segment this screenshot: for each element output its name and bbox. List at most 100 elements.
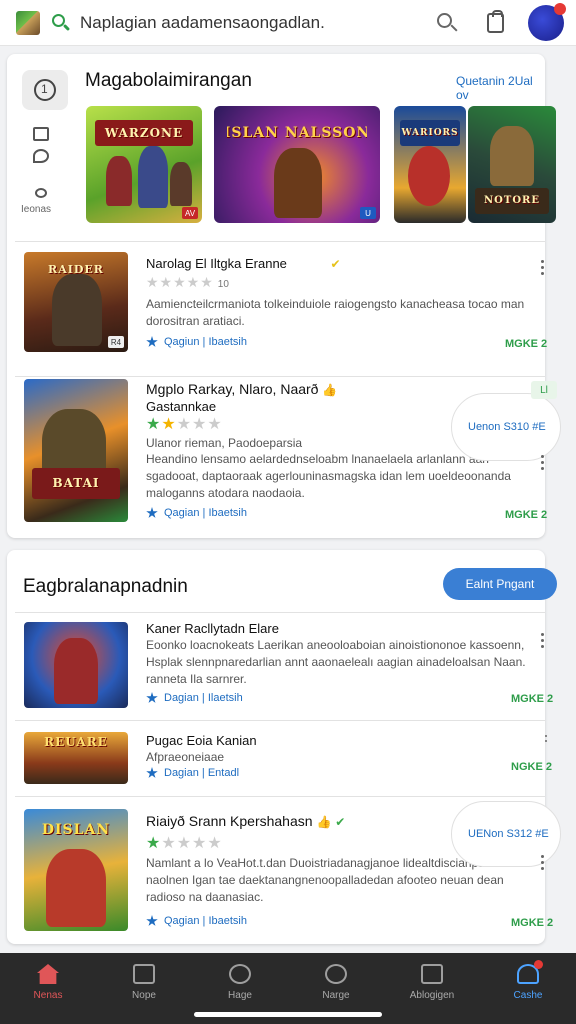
thumb-badge: R4 [108,336,124,348]
featured-game-thumb-2[interactable]: ISLAN NALSSON U [214,106,380,223]
thumb-banner: ISLAN NALSSON [227,124,367,141]
star-icon [146,692,158,703]
star-icon [146,507,158,518]
more-link[interactable]: MGKE 2 [511,917,553,929]
featured-game-thumb-3[interactable]: WARIORS [394,106,466,223]
nav-label: Narge [322,990,350,1001]
thumb-banner: WARIORS [399,120,461,146]
overflow-menu-icon[interactable] [541,855,545,871]
game-description: Eoonko loacnokeats Laerikan aneooloaboia… [146,638,526,686]
nav-label: Nenas [33,990,63,1001]
list-item[interactable]: REUARE Pugac Eoia Kanian Afpraeoneiaae D… [15,720,552,796]
game-tags[interactable]: Qagiun | Ibaetsih [146,336,247,348]
thumb-banner: BATAI [32,467,120,500]
side-label: Ieonas [21,204,52,215]
nav-item-6[interactable]: Cashe [480,953,576,1024]
more-link[interactable]: MGKE 2 [505,509,547,521]
avatar[interactable] [528,2,566,41]
thumb-badge: U [360,207,376,219]
star-icon [146,336,158,347]
rating-count: 10 [217,279,229,290]
star-icon [146,767,158,778]
overflow-menu-icon[interactable] [541,455,545,471]
star-icon [146,915,158,926]
overflow-menu-icon[interactable] [541,260,545,276]
overflow-menu-icon[interactable] [545,735,547,751]
update-badge: Ll [531,381,557,399]
circle-icon[interactable] [35,188,47,198]
overflow-menu-icon[interactable] [541,633,545,649]
section-title: Eagbralanapnadnin [23,576,188,597]
notification-dot [554,2,566,15]
notification-dot [534,960,543,969]
thumb-banner: DISLAN [41,821,111,838]
nav-item-2[interactable]: Nope [96,953,192,1024]
more-link[interactable]: MGKE 2 [505,338,547,350]
thumb-banner: RAIDER [48,262,104,276]
game-description: Afpraeoneiaae [146,750,225,764]
thumb-banner: WARZONE [95,120,193,146]
list-item[interactable]: Kaner Racllytadn Elare Eoonko loacnokeat… [15,612,553,720]
price-pill[interactable]: Uenon S310 #E [451,393,561,461]
section-card: Eagbralanapnadnin Kaner Racllytadn Elare… [7,550,561,944]
more-link[interactable]: NGKE 2 [511,761,552,773]
nav-label: Ablogigen [409,990,455,1001]
see-all-link[interactable]: Quetanin 2Ual ov [456,74,545,102]
game-title[interactable]: Riaiyð Srann Kpershahasn 👍 ✔ [146,813,345,829]
nav-item-home[interactable]: Nenas [0,953,96,1024]
game-title[interactable]: Narolag El Iltgka Eranne ✔ [146,256,341,271]
nav-item-5[interactable]: Ablogigen [384,953,480,1024]
game-title[interactable]: Kaner Racllytadn Elare [146,621,279,636]
game-description: Aamiencteilcrmaniota tolkeinduiole raiog… [146,297,525,328]
nav-label: Cashe [513,990,543,1001]
game-title[interactable]: Mgplo Rarkay, Nlaro, Naarð 👍 [146,381,337,397]
game-thumbnail[interactable]: REUARE [24,732,128,784]
history-button[interactable] [22,70,68,110]
section-title: Magabolaimirangan [85,70,252,91]
game-thumbnail[interactable] [24,622,128,708]
clock-icon [34,79,56,101]
nav-label: Nope [132,990,156,1001]
game-thumbnail[interactable]: RAIDER R4 [24,252,128,352]
thumb-banner: REUARE [44,736,108,748]
magnifier-icon [436,12,458,34]
top-bar: Naplagian aadamensaongadlan. [0,0,576,46]
game-thumbnail[interactable]: DISLAN [24,809,128,931]
home-icon [37,964,59,984]
library-button[interactable] [478,6,512,40]
bag-icon [486,9,504,33]
game-tags[interactable]: Qagian | Ibaetsih [146,915,247,927]
thumb-banner: NOTORE [475,187,549,214]
gamepad-icon [229,964,251,984]
game-tags[interactable]: Dagian | Ilaetsih [146,692,243,704]
rating-stars: ★★★★★ [146,835,223,852]
more-link[interactable]: MGKE 2 [511,693,553,705]
featured-game-thumb-1[interactable]: WARZONE AV [86,106,202,223]
game-subtitle: Gastannkae [146,399,217,414]
rating-stars: ★★★★★ [146,416,223,433]
featured-game-thumb-4[interactable]: NOTORE [468,106,556,223]
game-tags[interactable]: Dagian | Entadl [146,767,239,779]
chat-icon[interactable] [33,149,49,163]
list-item[interactable]: RAIDER R4 Narolag El Iltgka Eranne ✔ ★★★… [15,241,547,365]
game-title[interactable]: Pugac Eoia Kanian [146,733,257,748]
featured-card: Ieonas Magabolaimirangan Quetanin 2Ual o… [7,54,561,538]
search-input[interactable]: Naplagian aadamensaongadlan. [80,13,416,33]
list-item[interactable]: DISLAN Riaiyð Srann Kpershahasn 👍 ✔ ★★★★… [15,796,561,938]
rating-stars: ★★★★★ 10 [146,274,229,290]
nav-label: Hage [228,990,252,1001]
list-icon [421,964,443,984]
search-icon [325,964,347,984]
action-button[interactable]: Ealnt Pngant [443,568,557,600]
app-logo[interactable] [16,10,40,35]
gesture-bar [194,1012,382,1017]
search-icon[interactable] [50,12,72,34]
bell-icon [517,960,543,984]
game-tags[interactable]: Qagian | Ibaetsih [146,507,247,519]
list-item[interactable]: BATAI Mgplo Rarkay, Nlaro, Naarð 👍 Gasta… [15,376,561,534]
game-thumbnail[interactable]: BATAI [24,379,128,522]
document-icon[interactable] [33,127,49,141]
image-icon [133,964,155,984]
search-button[interactable] [430,6,464,40]
thumb-badge: AV [182,207,198,219]
